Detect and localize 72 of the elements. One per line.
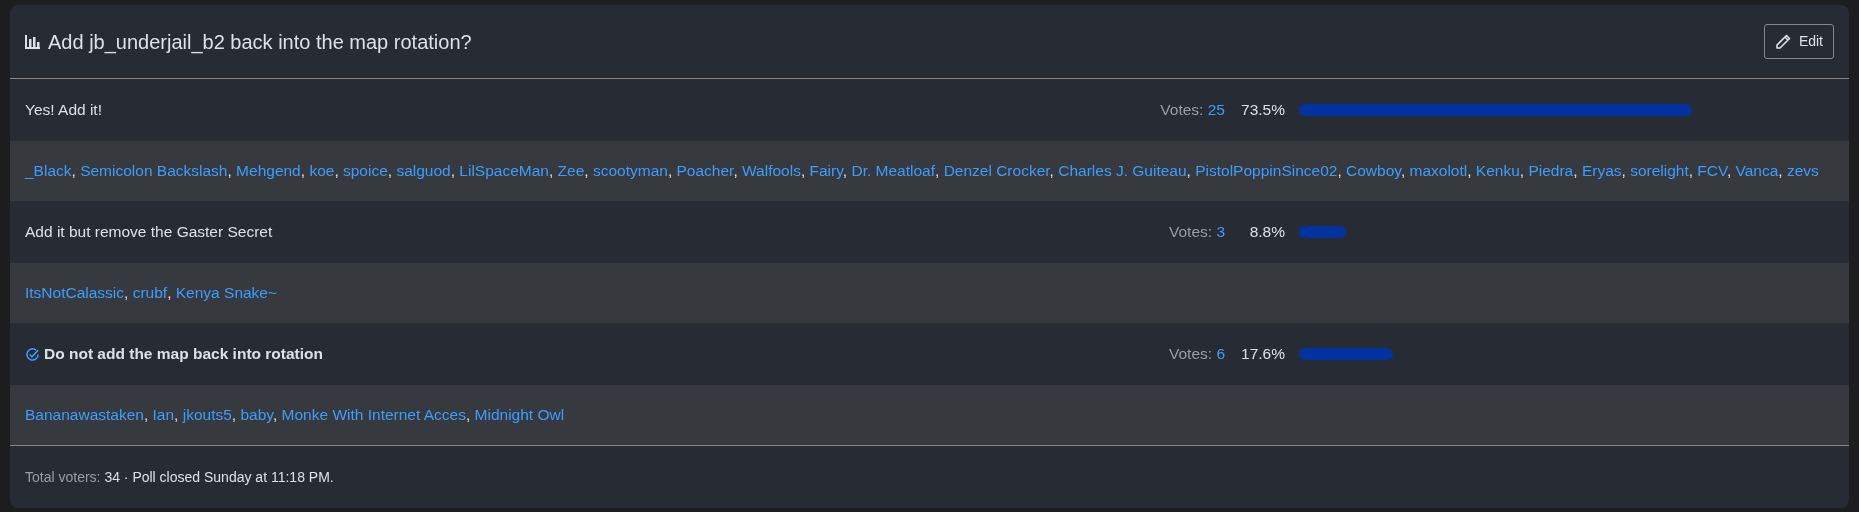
voter-link[interactable]: Poacher (676, 162, 734, 180)
comma-separator: , (334, 162, 339, 180)
comma-separator: , (143, 406, 149, 424)
voter-link[interactable]: Midnight Owl (474, 406, 565, 424)
bar-chart-icon (25, 34, 40, 49)
voter-link[interactable]: koe (309, 162, 335, 180)
vote-percent: 73.5% (1240, 100, 1285, 121)
comma-separator: , (227, 162, 232, 180)
voter-link[interactable]: spoice (343, 162, 388, 180)
comma-separator: , (733, 162, 738, 180)
comma-separator: , (71, 162, 76, 180)
comma-separator: , (800, 162, 806, 180)
voter-link[interactable]: _Black (25, 162, 72, 180)
comma-separator: , (1621, 162, 1626, 180)
comma-separator: , (548, 162, 554, 180)
comma-separator: , (387, 162, 393, 180)
voter-link[interactable]: Fairy (809, 162, 843, 180)
voter-link[interactable]: FCV (1697, 162, 1727, 180)
voter-link[interactable]: Monke With Internet Acces (281, 406, 466, 424)
voter-link[interactable]: Dr. Meatloaf (851, 162, 935, 180)
voter-link[interactable]: Cowboy (1346, 162, 1401, 180)
comma-separator: , (1186, 162, 1191, 180)
comma-separator: , (1337, 162, 1342, 180)
voter-link[interactable]: Ian (152, 406, 175, 424)
voter-link[interactable]: maxolotl (1409, 162, 1468, 180)
voter-link[interactable]: Eryas (1581, 162, 1622, 180)
comma-separator: , (1467, 162, 1472, 180)
voter-link[interactable]: crubf (132, 284, 168, 302)
vote-percent: 8.8% (1248, 222, 1285, 243)
comma-separator: , (450, 162, 456, 180)
voter-link[interactable]: baby (240, 406, 273, 424)
voter-link[interactable]: jkouts5 (182, 406, 232, 424)
comma-separator: , (124, 284, 129, 302)
comma-separator: , (667, 162, 673, 180)
voter-link[interactable]: PistolPoppinSince02 (1195, 162, 1338, 180)
poll-title: Add jb_underjail_b2 back into the map rotation? (48, 29, 472, 56)
voter-link[interactable]: Kenya Snake~ (175, 284, 278, 302)
comma-separator: , (1573, 162, 1578, 180)
comma-separator: , (300, 162, 306, 180)
voter-link[interactable]: Mehgend (236, 162, 301, 180)
pencil-icon (1774, 33, 1791, 50)
voter-link[interactable]: Semicolon Backslash (80, 162, 228, 180)
option-label: Do not add the map back into rotation (44, 344, 323, 365)
option-label: Yes! Add it! (25, 100, 102, 121)
comma-separator: , (1778, 162, 1783, 180)
poll-footer-text: Total voters: 34 · Poll closed Sunday at 11:18 PM. (25, 467, 334, 487)
comma-separator: , (1688, 162, 1694, 180)
comma-separator: , (465, 406, 471, 424)
option-label: Add it but remove the Gaster Secret (25, 222, 273, 243)
comma-separator: , (231, 406, 237, 424)
voter-link[interactable]: LilSpaceMan (459, 162, 549, 180)
voter-link[interactable]: Walfools (742, 162, 801, 180)
voter-link[interactable]: Charles J. Guiteau (1058, 162, 1187, 180)
voter-link[interactable]: scootyman (592, 162, 668, 180)
voter-link[interactable]: sorelight (1630, 162, 1689, 180)
comma-separator: , (1519, 162, 1525, 180)
voter-link[interactable]: Denzel Crocker (943, 162, 1050, 180)
voter-link[interactable]: salguod (396, 162, 451, 180)
voter-link[interactable]: Bananawastaken (25, 406, 144, 424)
vote-count: Votes: 6 (1168, 344, 1225, 365)
comma-separator: , (167, 284, 172, 302)
edit-button[interactable]: Edit (1763, 24, 1834, 59)
vote-count: Votes: 25 (1160, 100, 1225, 121)
voter-link[interactable]: Kenku (1475, 162, 1520, 180)
vote-count: Votes: 3 (1168, 222, 1225, 243)
comma-separator: , (935, 162, 940, 180)
voter-link[interactable]: zevs (1787, 162, 1819, 180)
comma-separator: , (1049, 162, 1054, 180)
vote-percent: 17.6% (1240, 344, 1285, 365)
comma-separator: , (174, 406, 179, 424)
voter-link[interactable]: Zee (557, 162, 585, 180)
comma-separator: , (584, 162, 589, 180)
